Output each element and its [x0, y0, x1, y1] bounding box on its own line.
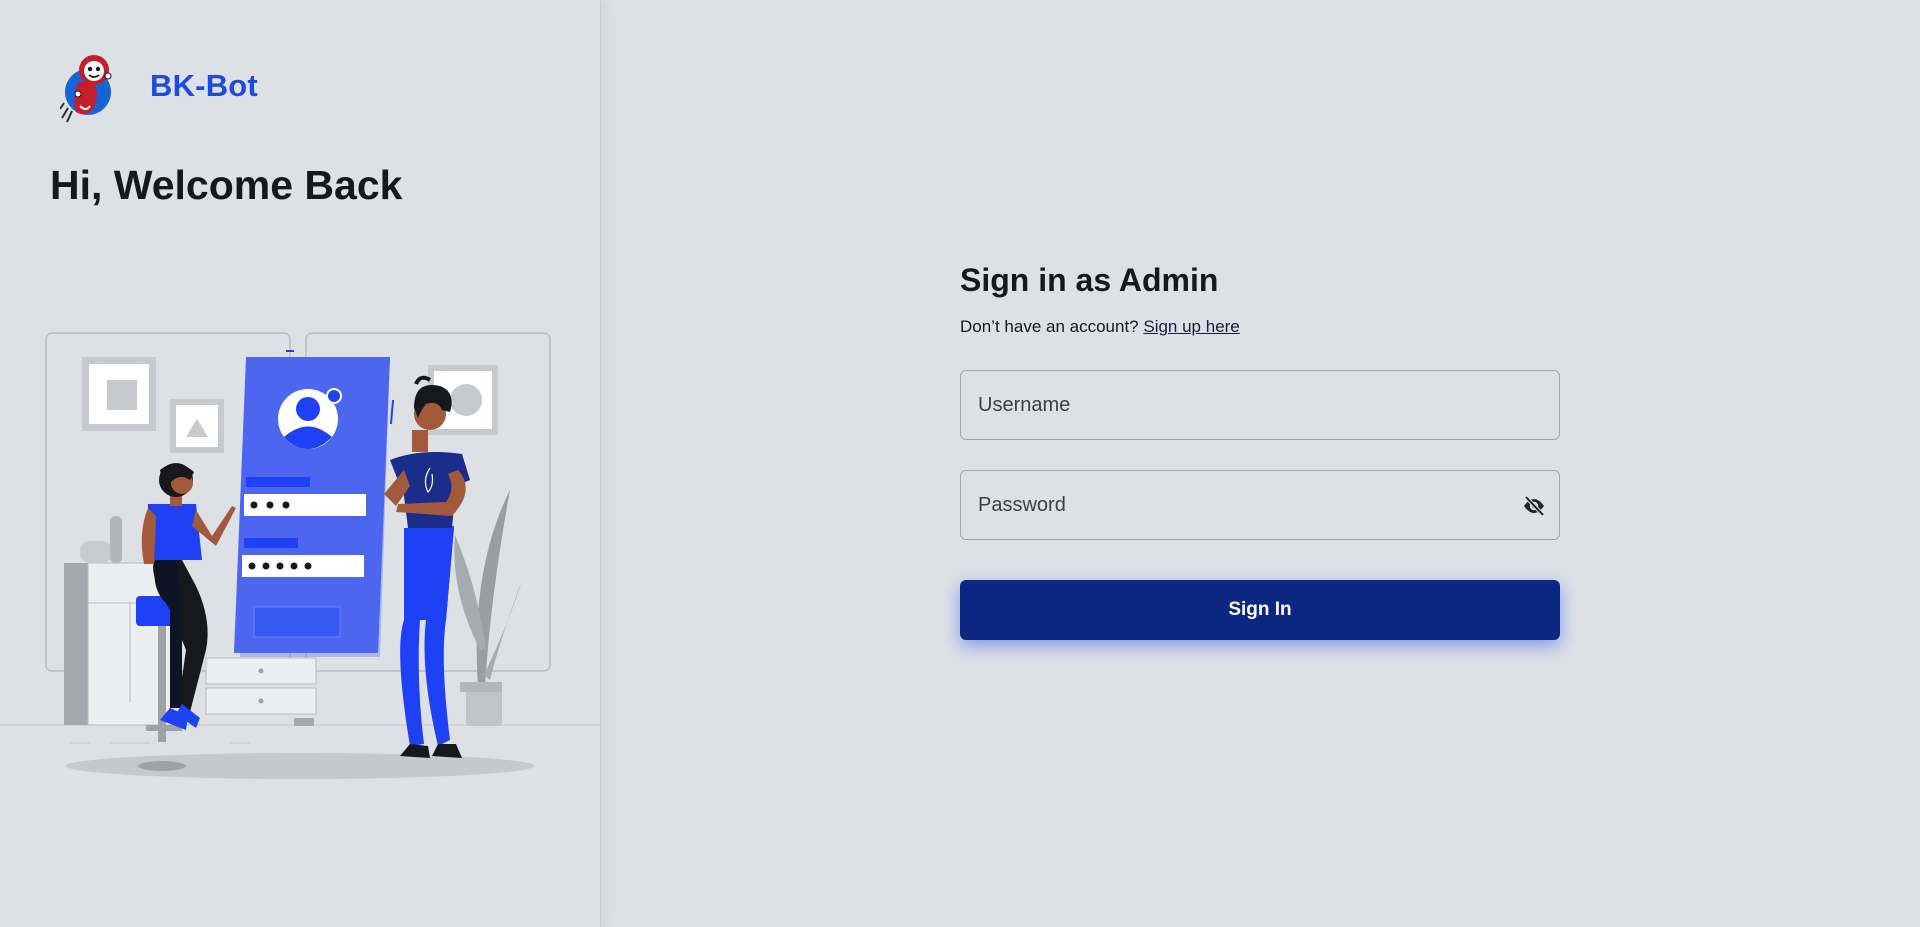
login-illustration: [0, 332, 601, 779]
password-input[interactable]: [961, 471, 1559, 539]
signup-link[interactable]: Sign up here: [1143, 317, 1239, 336]
brand-name: BK-Bot: [150, 68, 258, 103]
robot-mascot-icon: [60, 55, 112, 123]
username-input[interactable]: [961, 371, 1559, 439]
username-field: [960, 370, 1560, 440]
signup-prompt-text: Don’t have an account?: [960, 317, 1139, 336]
eye-slash-icon[interactable]: [1521, 493, 1547, 519]
password-field: [960, 470, 1560, 540]
signup-prompt: Don’t have an account? Sign up here: [960, 317, 1560, 337]
welcome-heading: Hi, Welcome Back: [50, 162, 403, 208]
left-panel: BK-Bot Hi, Welcome Back: [0, 0, 601, 927]
brand: BK-Bot: [60, 48, 258, 124]
sign-in-button[interactable]: Sign In: [960, 580, 1560, 640]
form-title: Sign in as Admin: [960, 262, 1219, 298]
sign-in-form: Sign in as Admin Don’t have an account? …: [960, 262, 1560, 640]
